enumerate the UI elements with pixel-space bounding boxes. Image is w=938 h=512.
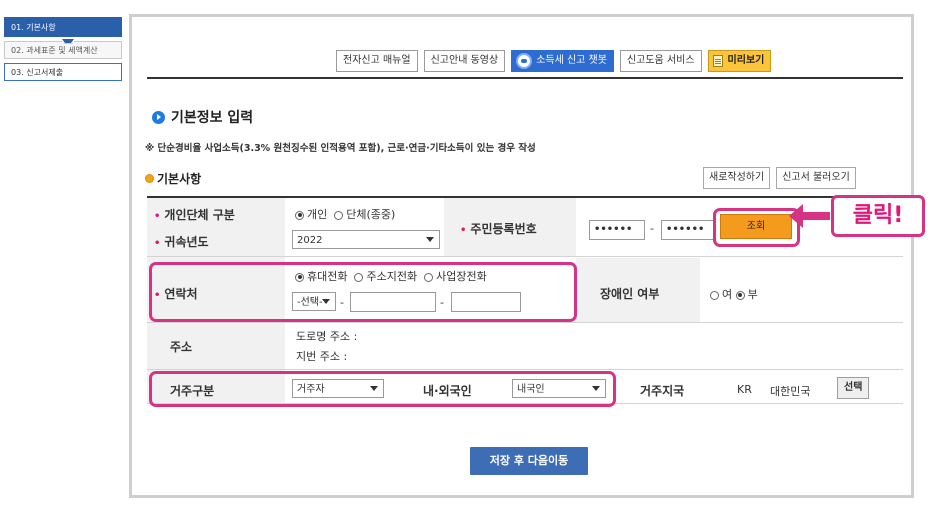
radio-icon — [710, 290, 719, 300]
row-divider — [147, 256, 903, 257]
load-form-button[interactable]: 신고서 불러오기 — [776, 167, 856, 189]
radio-disabled-yes[interactable]: 여 — [710, 288, 732, 301]
toolbar: 전자신고 매뉴얼 신고안내 동영상 소득세 신고 챗봇 신고도움 서비스 미리보… — [336, 50, 772, 72]
radio-icon — [295, 210, 304, 220]
type-label: • 개인단체 구분 — [154, 208, 235, 222]
step-nav: 01. 기본사항 02. 과세표준 및 세액계산 03. 신고서제출 — [4, 17, 122, 85]
radio-icon — [735, 290, 745, 300]
toolbar-divider — [147, 77, 903, 79]
chatbot-label: 소득세 신고 챗봇 — [536, 55, 607, 66]
region-code: KR — [737, 383, 752, 396]
radio-icon — [424, 272, 434, 282]
rrn-dash: - — [650, 222, 654, 235]
disabled-radio-group: 여 부 — [710, 286, 758, 302]
subsection-title-text: 기본사항 — [157, 172, 202, 186]
region-name: 대한민국 — [770, 385, 811, 398]
disabled-label: 장애인 여부 — [600, 287, 660, 301]
section-title-text: 기본정보 입력 — [171, 110, 254, 126]
form-actions: 새로작성하기 신고서 불러오기 — [703, 167, 856, 189]
region-label: 거주지국 — [640, 384, 685, 398]
radio-mobile[interactable]: 휴대전화 — [295, 270, 347, 283]
new-form-button[interactable]: 새로작성하기 — [703, 167, 771, 189]
preview-label: 미리보기 — [727, 55, 765, 66]
lookup-button[interactable]: 조회 — [720, 214, 792, 239]
phone-dash: - — [440, 296, 444, 309]
address-label: 주소 — [170, 340, 193, 354]
video-guide-button[interactable]: 신고안내 동영상 — [423, 50, 506, 72]
bullet-icon — [145, 174, 154, 183]
year-label: • 귀속년도 — [154, 235, 209, 249]
chevron-down-icon — [322, 299, 330, 304]
row-divider — [147, 369, 903, 370]
radio-disabled-no[interactable]: 부 — [735, 288, 758, 301]
residence-label: 거주구분 — [170, 384, 215, 398]
chevron-down-icon — [370, 386, 378, 391]
radio-icon — [354, 272, 364, 282]
contact-label: • 연락처 — [154, 287, 198, 301]
rrn-second-input[interactable]: •••••• — [661, 220, 715, 240]
chevron-down-icon — [426, 237, 434, 242]
radio-icon — [295, 272, 304, 282]
residence-select[interactable]: 거주자 — [292, 379, 384, 398]
chevron-down-icon — [592, 386, 600, 391]
click-callout: 클릭! — [831, 195, 925, 237]
row-divider — [147, 322, 903, 323]
chatbot-button[interactable]: 소득세 신고 챗봇 — [511, 50, 614, 72]
phone-last-input[interactable] — [451, 292, 521, 312]
preview-button[interactable]: 미리보기 — [707, 50, 772, 72]
arrow-shaft — [800, 212, 830, 220]
radio-individual[interactable]: 개인 — [295, 208, 327, 221]
document-icon — [712, 55, 723, 67]
radio-business-phone[interactable]: 사업장전화 — [424, 270, 487, 283]
rrn-first-input[interactable]: •••••• — [589, 220, 645, 240]
phone-middle-input[interactable] — [350, 292, 436, 312]
chatbot-icon — [516, 53, 533, 69]
contact-radio-group: 휴대전화 주소지전화 사업장전화 — [295, 268, 487, 284]
section-note: ※ 단순경비율 사업소득(3.3% 원천징수된 인적용역 포함), 근로·연금·… — [145, 143, 536, 154]
phone-prefix-select[interactable]: -선택- — [292, 292, 336, 311]
step-basic-info[interactable]: 01. 기본사항 — [4, 17, 122, 37]
road-address: 도로명 주소 : — [296, 330, 358, 343]
step-submit[interactable]: 03. 신고서제출 — [4, 63, 122, 81]
nationality-label: 내·외국인 — [423, 384, 472, 398]
circle-arrow-icon — [152, 110, 165, 124]
radio-icon — [334, 210, 344, 220]
manual-button[interactable]: 전자신고 매뉴얼 — [336, 50, 418, 72]
save-next-button[interactable]: 저장 후 다음이동 — [470, 447, 588, 475]
subsection-title: 기본사항 — [145, 170, 201, 187]
section-title: 기본정보 입력 — [152, 107, 253, 127]
lot-address: 지번 주소 : — [296, 350, 348, 363]
nationality-select[interactable]: 내국인 — [512, 379, 606, 398]
rrn-label: • 주민등록번호 — [460, 222, 537, 236]
step-active-arrow-icon — [62, 39, 74, 44]
region-select-button[interactable]: 선택 — [837, 377, 870, 399]
help-service-button[interactable]: 신고도움 서비스 — [619, 50, 702, 72]
year-select[interactable]: 2022 — [292, 230, 440, 249]
radio-home-phone[interactable]: 주소지전화 — [354, 270, 417, 283]
radio-group-entity[interactable]: 단체(종중) — [334, 208, 395, 221]
type-radio-group: 개인 단체(종중) — [295, 206, 395, 222]
phone-dash: - — [340, 296, 344, 309]
